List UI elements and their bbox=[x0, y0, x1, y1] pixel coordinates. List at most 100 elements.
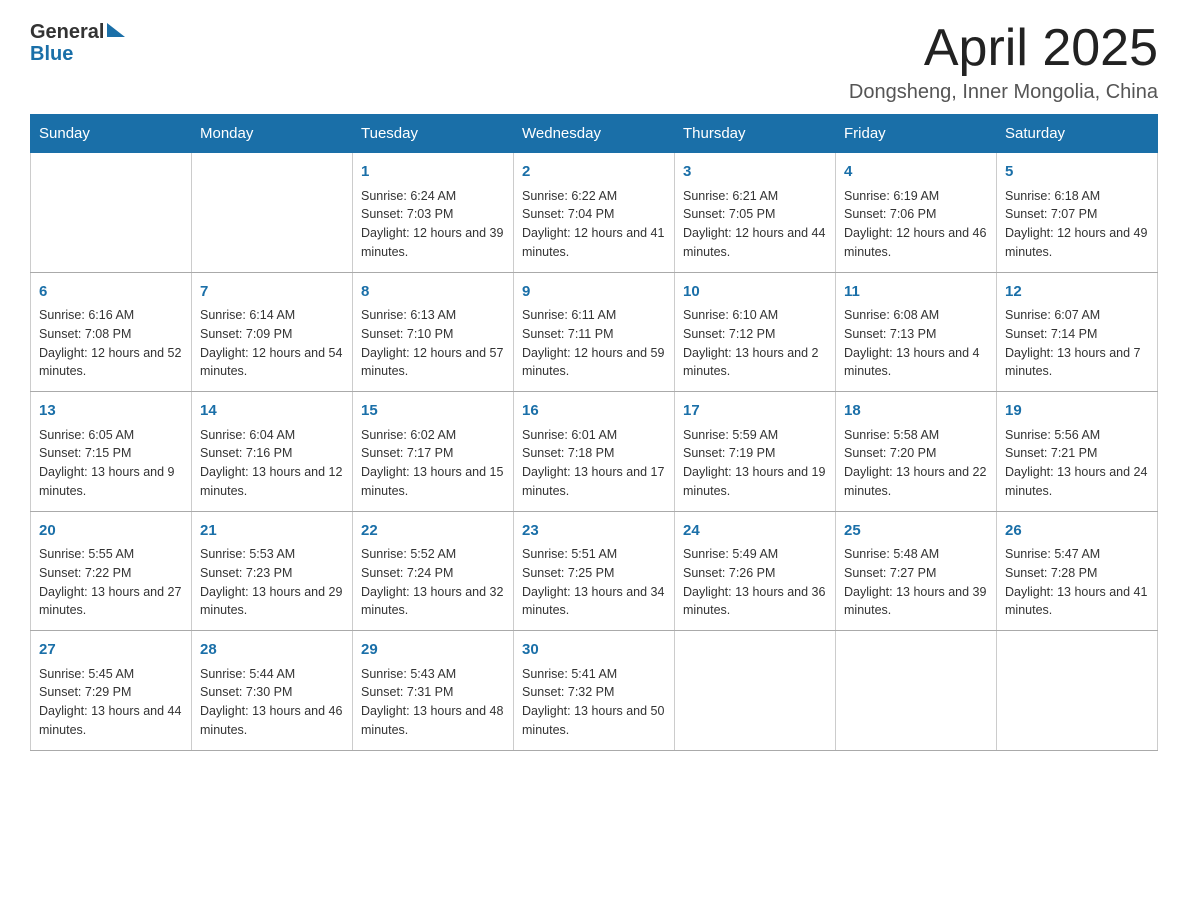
day-info: Sunrise: 5:49 AMSunset: 7:26 PMDaylight:… bbox=[683, 545, 827, 620]
calendar-week-row-1: 1 Sunrise: 6:24 AMSunset: 7:03 PMDaylight… bbox=[31, 153, 1158, 273]
day-number: 27 bbox=[39, 639, 183, 662]
day-number: 20 bbox=[39, 520, 183, 543]
calendar-table: SundayMondayTuesdayWednesdayThursdayFrid… bbox=[30, 114, 1158, 751]
day-number: 10 bbox=[683, 281, 827, 304]
day-info: Sunrise: 6:18 AMSunset: 7:07 PMDaylight:… bbox=[1005, 187, 1149, 262]
calendar-cell: 20Sunrise: 5:55 AMSunset: 7:22 PMDayligh… bbox=[31, 511, 192, 631]
calendar-cell: 26Sunrise: 5:47 AMSunset: 7:28 PMDayligh… bbox=[997, 511, 1158, 631]
day-info: Sunrise: 6:24 AMSunset: 7:03 PMDaylight:… bbox=[361, 187, 505, 262]
day-number: 26 bbox=[1005, 520, 1149, 543]
day-info: Sunrise: 5:56 AMSunset: 7:21 PMDaylight:… bbox=[1005, 426, 1149, 501]
calendar-cell: 30Sunrise: 5:41 AMSunset: 7:32 PMDayligh… bbox=[514, 631, 675, 751]
day-number: 8 bbox=[361, 281, 505, 304]
day-number: 17 bbox=[683, 400, 827, 423]
day-number: 21 bbox=[200, 520, 344, 543]
calendar-cell: 22Sunrise: 5:52 AMSunset: 7:24 PMDayligh… bbox=[353, 511, 514, 631]
day-info: Sunrise: 5:47 AMSunset: 7:28 PMDaylight:… bbox=[1005, 545, 1149, 620]
calendar-cell bbox=[997, 631, 1158, 751]
day-info: Sunrise: 6:13 AMSunset: 7:10 PMDaylight:… bbox=[361, 306, 505, 381]
logo-general-text: General bbox=[30, 20, 104, 44]
weekday-header-tuesday: Tuesday bbox=[353, 115, 514, 153]
weekday-header-friday: Friday bbox=[836, 115, 997, 153]
day-info: Sunrise: 5:41 AMSunset: 7:32 PMDaylight:… bbox=[522, 665, 666, 740]
day-number: 28 bbox=[200, 639, 344, 662]
day-info: Sunrise: 6:10 AMSunset: 7:12 PMDaylight:… bbox=[683, 306, 827, 381]
weekday-header-wednesday: Wednesday bbox=[514, 115, 675, 153]
calendar-cell: 17 Sunrise: 5:59 AMSunset: 7:19 PMDayligh… bbox=[675, 392, 836, 512]
day-info: Sunrise: 5:53 AMSunset: 7:23 PMDaylight:… bbox=[200, 545, 344, 620]
title-block: April 2025 Dongsheng, Inner Mongolia, Ch… bbox=[849, 20, 1158, 104]
day-info: Sunrise: 6:05 AMSunset: 7:15 PMDaylight:… bbox=[39, 426, 183, 501]
calendar-cell: 24Sunrise: 5:49 AMSunset: 7:26 PMDayligh… bbox=[675, 511, 836, 631]
calendar-cell: 21Sunrise: 5:53 AMSunset: 7:23 PMDayligh… bbox=[192, 511, 353, 631]
calendar-cell: 5 Sunrise: 6:18 AMSunset: 7:07 PMDaylight… bbox=[997, 153, 1158, 273]
day-info: Sunrise: 6:01 AMSunset: 7:18 PMDaylight:… bbox=[522, 426, 666, 501]
day-number: 12 bbox=[1005, 281, 1149, 304]
day-info: Sunrise: 6:14 AMSunset: 7:09 PMDaylight:… bbox=[200, 306, 344, 381]
calendar-cell: 23Sunrise: 5:51 AMSunset: 7:25 PMDayligh… bbox=[514, 511, 675, 631]
day-info: Sunrise: 5:55 AMSunset: 7:22 PMDaylight:… bbox=[39, 545, 183, 620]
calendar-cell: 8Sunrise: 6:13 AMSunset: 7:10 PMDaylight… bbox=[353, 272, 514, 392]
day-info: Sunrise: 5:43 AMSunset: 7:31 PMDaylight:… bbox=[361, 665, 505, 740]
day-number: 4 bbox=[844, 161, 988, 184]
calendar-cell: 12Sunrise: 6:07 AMSunset: 7:14 PMDayligh… bbox=[997, 272, 1158, 392]
calendar-cell bbox=[836, 631, 997, 751]
logo-text: General Blue bbox=[30, 20, 125, 66]
calendar-cell: 25Sunrise: 5:48 AMSunset: 7:27 PMDayligh… bbox=[836, 511, 997, 631]
calendar-cell: 29 Sunrise: 5:43 AMSunset: 7:31 PMDayligh… bbox=[353, 631, 514, 751]
day-number: 22 bbox=[361, 520, 505, 543]
page-header: General Blue April 2025 Dongsheng, Inner… bbox=[30, 20, 1158, 104]
calendar-cell: 1 Sunrise: 6:24 AMSunset: 7:03 PMDaylight… bbox=[353, 153, 514, 273]
day-number: 23 bbox=[522, 520, 666, 543]
weekday-header-monday: Monday bbox=[192, 115, 353, 153]
day-number: 1 bbox=[361, 161, 505, 184]
weekday-header-row: SundayMondayTuesdayWednesdayThursdayFrid… bbox=[31, 115, 1158, 153]
day-number: 14 bbox=[200, 400, 344, 423]
calendar-week-row-5: 27 Sunrise: 5:45 AMSunset: 7:29 PMDayligh… bbox=[31, 631, 1158, 751]
calendar-cell: 15Sunrise: 6:02 AMSunset: 7:17 PMDayligh… bbox=[353, 392, 514, 512]
day-number: 5 bbox=[1005, 161, 1149, 184]
day-info: Sunrise: 6:04 AMSunset: 7:16 PMDaylight:… bbox=[200, 426, 344, 501]
day-info: Sunrise: 6:08 AMSunset: 7:13 PMDaylight:… bbox=[844, 306, 988, 381]
day-info: Sunrise: 5:58 AMSunset: 7:20 PMDaylight:… bbox=[844, 426, 988, 501]
day-number: 6 bbox=[39, 281, 183, 304]
calendar-cell: 28Sunrise: 5:44 AMSunset: 7:30 PMDayligh… bbox=[192, 631, 353, 751]
day-info: Sunrise: 6:16 AMSunset: 7:08 PMDaylight:… bbox=[39, 306, 183, 381]
day-number: 11 bbox=[844, 281, 988, 304]
calendar-cell bbox=[675, 631, 836, 751]
day-info: Sunrise: 5:52 AMSunset: 7:24 PMDaylight:… bbox=[361, 545, 505, 620]
calendar-cell: 7Sunrise: 6:14 AMSunset: 7:09 PMDaylight… bbox=[192, 272, 353, 392]
logo: General Blue bbox=[30, 20, 125, 66]
calendar-cell: 6Sunrise: 6:16 AMSunset: 7:08 PMDaylight… bbox=[31, 272, 192, 392]
day-number: 19 bbox=[1005, 400, 1149, 423]
day-info: Sunrise: 5:45 AMSunset: 7:29 PMDaylight:… bbox=[39, 665, 183, 740]
day-info: Sunrise: 6:22 AMSunset: 7:04 PMDaylight:… bbox=[522, 187, 666, 262]
calendar-cell: 2 Sunrise: 6:22 AMSunset: 7:04 PMDaylight… bbox=[514, 153, 675, 273]
day-number: 7 bbox=[200, 281, 344, 304]
day-info: Sunrise: 5:48 AMSunset: 7:27 PMDaylight:… bbox=[844, 545, 988, 620]
day-info: Sunrise: 5:59 AMSunset: 7:19 PMDaylight:… bbox=[683, 426, 827, 501]
calendar-week-row-4: 20Sunrise: 5:55 AMSunset: 7:22 PMDayligh… bbox=[31, 511, 1158, 631]
day-number: 2 bbox=[522, 161, 666, 184]
calendar-cell: 3Sunrise: 6:21 AMSunset: 7:05 PMDaylight… bbox=[675, 153, 836, 273]
calendar-cell: 18 Sunrise: 5:58 AMSunset: 7:20 PMDayligh… bbox=[836, 392, 997, 512]
calendar-cell: 11Sunrise: 6:08 AMSunset: 7:13 PMDayligh… bbox=[836, 272, 997, 392]
day-number: 29 bbox=[361, 639, 505, 662]
calendar-cell bbox=[31, 153, 192, 273]
calendar-cell: 9Sunrise: 6:11 AMSunset: 7:11 PMDaylight… bbox=[514, 272, 675, 392]
day-info: Sunrise: 6:21 AMSunset: 7:05 PMDaylight:… bbox=[683, 187, 827, 262]
day-number: 18 bbox=[844, 400, 988, 423]
day-number: 13 bbox=[39, 400, 183, 423]
calendar-cell: 4Sunrise: 6:19 AMSunset: 7:06 PMDaylight… bbox=[836, 153, 997, 273]
day-info: Sunrise: 5:51 AMSunset: 7:25 PMDaylight:… bbox=[522, 545, 666, 620]
calendar-cell: 19 Sunrise: 5:56 AMSunset: 7:21 PMDayligh… bbox=[997, 392, 1158, 512]
day-number: 16 bbox=[522, 400, 666, 423]
calendar-cell: 13 Sunrise: 6:05 AMSunset: 7:15 PMDayligh… bbox=[31, 392, 192, 512]
day-number: 25 bbox=[844, 520, 988, 543]
weekday-header-thursday: Thursday bbox=[675, 115, 836, 153]
calendar-week-row-3: 13 Sunrise: 6:05 AMSunset: 7:15 PMDayligh… bbox=[31, 392, 1158, 512]
logo-blue-text: Blue bbox=[30, 42, 125, 66]
weekday-header-saturday: Saturday bbox=[997, 115, 1158, 153]
day-number: 9 bbox=[522, 281, 666, 304]
day-info: Sunrise: 6:11 AMSunset: 7:11 PMDaylight:… bbox=[522, 306, 666, 381]
